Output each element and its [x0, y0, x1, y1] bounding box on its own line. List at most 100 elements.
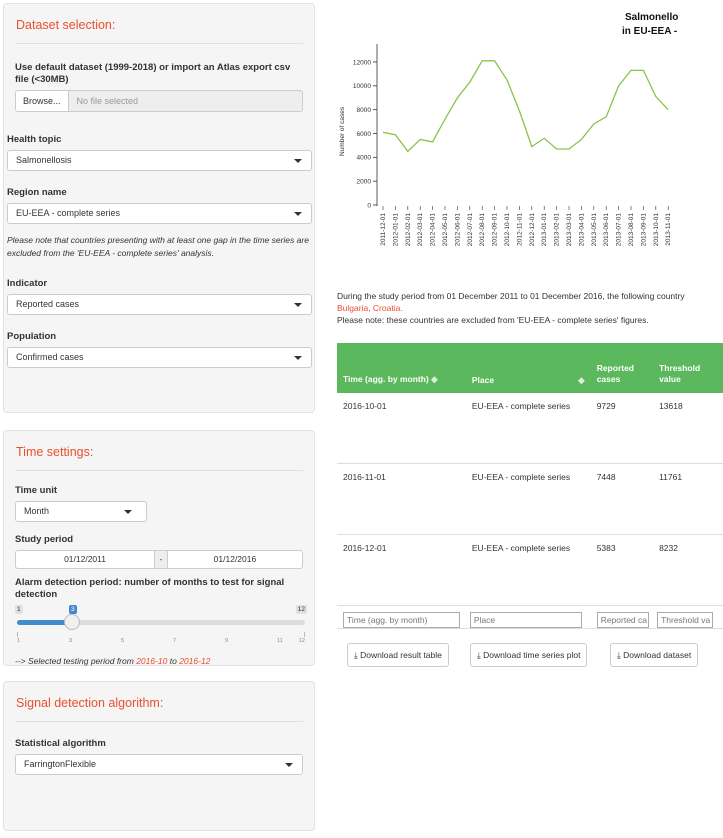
time-unit-value: Month: [24, 506, 50, 516]
x-tick-label: 2013-11-01: [665, 213, 672, 246]
x-tick-label: 2012-04-01: [430, 213, 437, 247]
x-tick-label: 2013-08-01: [628, 213, 635, 247]
download-icon: ⤓: [354, 650, 358, 660]
study-period-text: During the study period from 01 December…: [337, 290, 685, 326]
chevron-down-icon: [124, 510, 132, 514]
x-tick-label: 2012-09-01: [492, 213, 499, 247]
population-select[interactable]: Confirmed cases: [7, 347, 312, 368]
time-series-plot: Salmonello in EU-EEA - Number of cases 0…: [339, 12, 678, 246]
region-value: EU-EEA - complete series: [16, 208, 121, 218]
y-tick-label: 8000: [357, 107, 372, 114]
health-topic-value: Salmonellosis: [16, 155, 72, 165]
chevron-down-icon: [294, 356, 302, 360]
slider-max-badge: 12: [295, 605, 307, 614]
col-threshold-header[interactable]: Threshold value: [653, 343, 723, 393]
end-date-input[interactable]: 01/12/2016: [166, 550, 303, 569]
health-topic-label: Health topic: [7, 134, 62, 145]
dataset-panel-title: Dataset selection:: [15, 4, 303, 44]
y-tick-label: 2000: [357, 178, 372, 185]
population-value: Confirmed cases: [16, 352, 84, 362]
filter-time-input[interactable]: Time (agg. by month): [343, 612, 460, 628]
x-tick-label: 2011-12-01: [380, 213, 387, 246]
indicator-select[interactable]: Reported cases: [7, 294, 312, 315]
x-tick-label: 2012-06-01: [454, 213, 461, 247]
table-header-row: Time (agg. by month) ◆ Place ◆ Reported c…: [337, 343, 723, 393]
study-period-line: During the study period from 01 December…: [337, 291, 685, 301]
algorithm-select[interactable]: FarringtonFlexible: [15, 754, 303, 775]
plot-title-line2: in EU-EEA -: [622, 26, 677, 37]
y-tick-label: 4000: [357, 155, 372, 162]
algorithm-panel-title: Signal detection algorithm:: [15, 682, 303, 722]
region-label: Region name: [7, 187, 67, 198]
x-tick-label: 2012-11-01: [516, 213, 523, 246]
chevron-down-icon: [294, 212, 302, 216]
filter-place-input[interactable]: Place: [469, 612, 582, 628]
health-topic-select[interactable]: Salmonellosis: [7, 150, 312, 171]
alarm-slider[interactable]: 1 3 12 1 3 5 7 9 11 12: [15, 605, 307, 647]
filter-reported-input[interactable]: Reported ca: [596, 612, 649, 628]
download-time-series-plot-button[interactable]: ⤓ Download time series plot: [470, 643, 588, 667]
indicator-value: Reported cases: [16, 299, 80, 309]
col-place-header[interactable]: Place ◆: [465, 343, 591, 393]
series-line: [382, 60, 669, 153]
filter-threshold-input[interactable]: Threshold va: [657, 612, 714, 628]
time-unit-select[interactable]: Month: [15, 501, 147, 522]
download-result-table-button[interactable]: ⤓ Download result table: [347, 643, 449, 667]
file-input: Browse... No file selected: [15, 90, 303, 112]
x-tick-label: 2013-07-01: [616, 213, 623, 247]
slider-ticks: [17, 632, 305, 637]
x-tick-label: 2013-03-01: [566, 213, 573, 247]
slider-handle[interactable]: [64, 614, 80, 630]
population-label: Population: [7, 331, 57, 342]
x-tick-label: 2012-08-01: [479, 213, 486, 247]
testing-period-note: --> Selected testing period from 2016-10…: [15, 656, 211, 666]
browse-button[interactable]: Browse...: [15, 90, 69, 112]
dataset-selection-panel: Dataset selection: Use default dataset (…: [3, 3, 315, 413]
col-time-header[interactable]: Time (agg. by month) ◆: [337, 343, 466, 393]
y-axis-label: Number of cases: [339, 106, 346, 156]
slider-value-badge: 3: [69, 605, 77, 614]
indicator-label: Indicator: [7, 278, 48, 289]
import-label: Use default dataset (1999-2018) or impor…: [15, 62, 291, 85]
table-row[interactable]: 2016-11-01 EU-EEA - complete series 7448…: [337, 463, 723, 535]
x-tick-label: 2013-01-01: [541, 213, 548, 247]
exclusion-note: Please note: these countries are exclude…: [337, 315, 649, 325]
x-tick-label: 2013-10-01: [653, 213, 660, 247]
download-icon: ⤓: [617, 650, 621, 660]
y-tick-label: 6000: [357, 131, 372, 138]
x-tick-label: 2013-02-01: [554, 213, 561, 247]
col-reported-header[interactable]: Reported cases: [590, 343, 654, 393]
time-unit-label: Time unit: [15, 485, 58, 496]
x-tick-label: 2012-05-01: [442, 213, 449, 247]
algorithm-label: Statistical algorithm: [15, 738, 106, 749]
algorithm-panel: Signal detection algorithm: Statistical …: [3, 681, 315, 831]
series-layer: [382, 60, 669, 153]
study-period-range: 01/12/2011 - 01/12/2016: [15, 550, 303, 569]
y-axis: 0 2000 4000 6000 8000 10000 12000: [353, 59, 377, 209]
download-icon: ⤓: [477, 650, 481, 660]
chevron-down-icon: [294, 303, 302, 307]
x-axis: 2011-12-01 2012-01-01 2012-02-01 2012-03-01…: [380, 206, 672, 246]
region-select[interactable]: EU-EEA - complete series: [7, 203, 312, 224]
time-settings-panel: Time settings: Time unit Month Study per…: [3, 430, 315, 666]
study-period-label: Study period: [15, 534, 74, 545]
algorithm-value: FarringtonFlexible: [24, 759, 97, 769]
date-separator: -: [155, 550, 167, 569]
table-row[interactable]: 2016-12-01 EU-EEA - complete series 5383…: [337, 534, 723, 606]
download-dataset-button[interactable]: ⤓ Download dataset: [610, 643, 699, 667]
plot-title-line1: Salmonello: [625, 12, 678, 23]
start-date-input[interactable]: 01/12/2011: [15, 550, 156, 569]
x-tick-label: 2013-04-01: [578, 213, 585, 247]
y-tick-label: 12000: [353, 59, 371, 66]
chevron-down-icon: [294, 159, 302, 163]
x-tick-label: 2012-12-01: [529, 213, 536, 247]
time-panel-title: Time settings:: [15, 431, 303, 471]
x-tick-label: 2013-06-01: [603, 213, 610, 247]
x-tick-label: 2012-10-01: [504, 213, 511, 247]
x-tick-label: 2012-03-01: [417, 213, 424, 247]
table-row[interactable]: 2016-10-01 EU-EEA - complete series 9729…: [337, 393, 723, 464]
slider-min-badge: 1: [15, 605, 23, 614]
x-tick-label: 2013-05-01: [591, 213, 598, 247]
x-tick-label: 2012-01-01: [392, 213, 399, 247]
file-name-field[interactable]: No file selected: [68, 90, 303, 112]
